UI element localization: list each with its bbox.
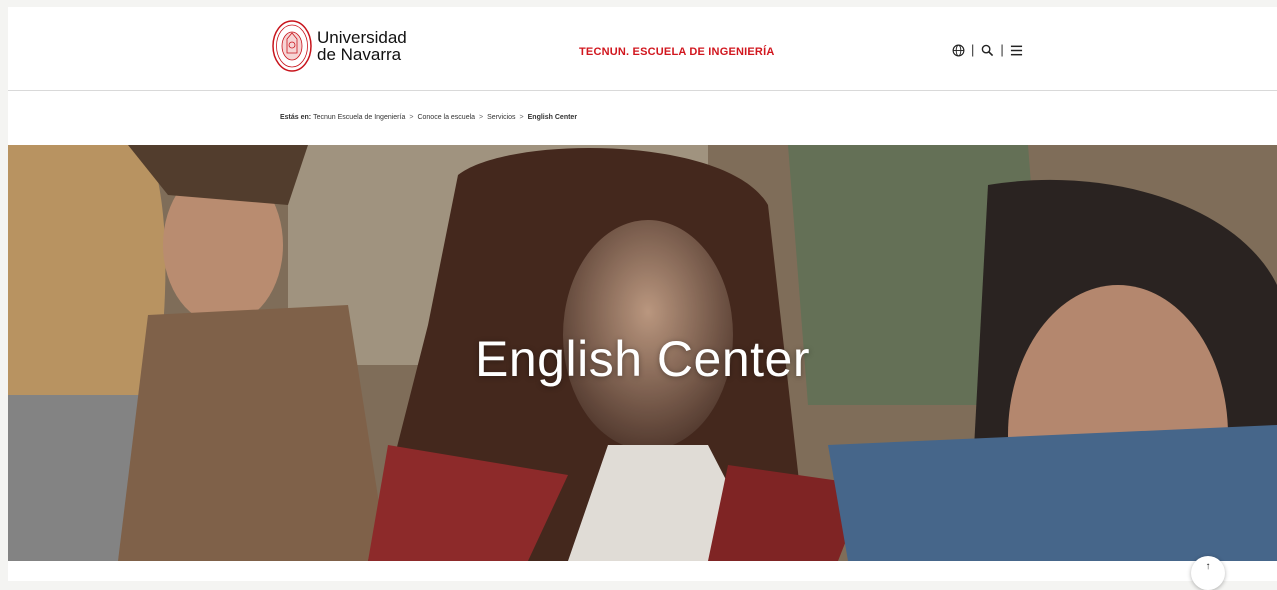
page: Universidad de Navarra TECNUN. ESCUELA D… [8, 7, 1277, 581]
breadcrumb-lead: Estás en: [280, 114, 312, 121]
menu-icon [1011, 45, 1023, 55]
breadcrumb-arrow: > [519, 114, 524, 121]
hero-title: English Center [475, 331, 810, 387]
logo-line-2: de Navarra [317, 45, 402, 64]
arrow-up-icon: ↑ [1205, 561, 1211, 572]
breadcrumb-link-tecnun[interactable]: Tecnun Escuela de Ingeniería [313, 114, 405, 121]
scroll-to-top-button[interactable]: ↑ [1191, 556, 1225, 590]
breadcrumb-link-conoce[interactable]: Conoce la escuela [417, 114, 475, 121]
globe-icon [952, 44, 964, 56]
university-logo[interactable]: Universidad de Navarra [271, 19, 407, 73]
language-button[interactable] [950, 42, 966, 58]
hero-banner: English Center [8, 145, 1277, 561]
menu-button[interactable] [1009, 42, 1025, 58]
logo-line-1: Universidad [317, 28, 407, 47]
header-tools: | | [950, 42, 1025, 58]
search-icon [981, 44, 994, 56]
school-title[interactable]: TECNUN. ESCUELA DE INGENIERÍA [579, 46, 774, 58]
tool-separator: | [1000, 42, 1004, 57]
breadcrumb: Estás en: Tecnun Escuela de Ingeniería >… [280, 114, 577, 121]
breadcrumb-current: English Center [527, 114, 578, 121]
site-header: Universidad de Navarra TECNUN. ESCUELA D… [8, 7, 1277, 91]
tool-separator: | [971, 42, 975, 57]
breadcrumb-arrow: > [479, 114, 484, 121]
breadcrumb-link-servicios[interactable]: Servicios [487, 114, 515, 121]
university-seal-icon [272, 20, 312, 72]
breadcrumb-arrow: > [409, 114, 414, 121]
search-button[interactable] [979, 42, 995, 58]
